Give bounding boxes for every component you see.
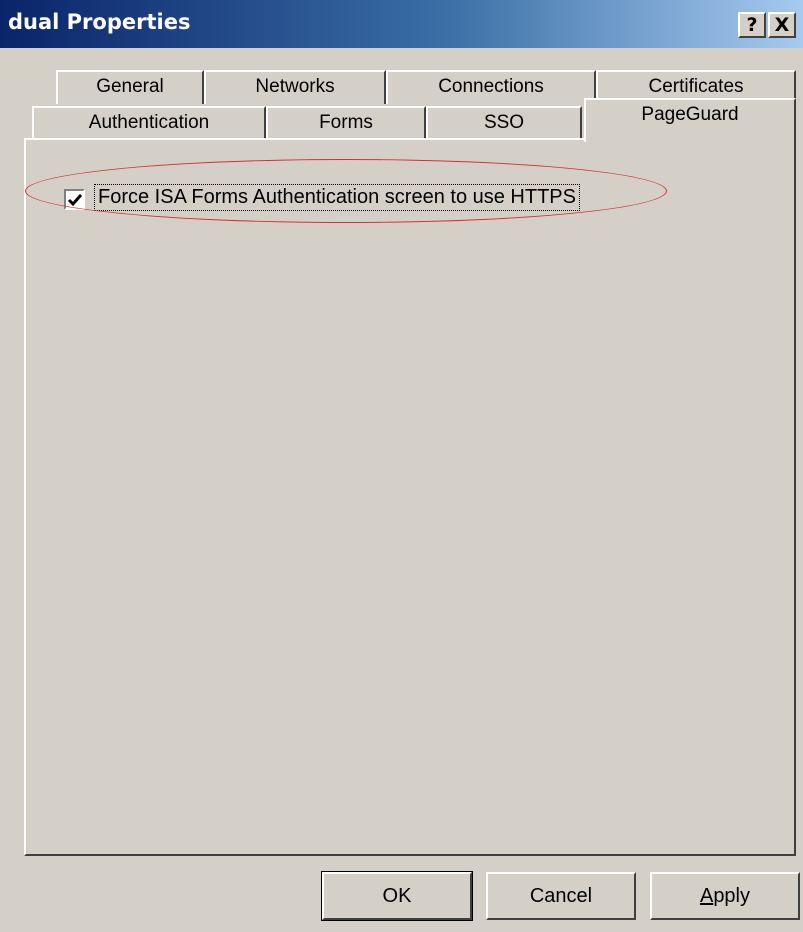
tab-networks[interactable]: Networks: [204, 70, 386, 104]
tab-label: SSO: [483, 112, 525, 133]
ok-button[interactable]: OK: [321, 871, 473, 921]
tab-sso[interactable]: SSO: [426, 106, 582, 140]
tab-connections[interactable]: Connections: [386, 70, 596, 104]
window-title: dual Properties: [8, 10, 191, 34]
tab-label: Forms: [319, 112, 373, 133]
cancel-button-label: Cancel: [529, 885, 593, 907]
properties-dialog: dual Properties ? X General Networks Con…: [0, 0, 803, 932]
tab-label: Certificates: [648, 76, 744, 97]
title-bar[interactable]: dual Properties ? X: [0, 0, 803, 48]
tab-pageguard[interactable]: PageGuard: [584, 98, 796, 142]
tab-label: Connections: [438, 76, 544, 97]
tab-label: PageGuard: [641, 104, 739, 125]
apply-accelerator: A: [699, 885, 714, 907]
cancel-button[interactable]: Cancel: [486, 872, 636, 920]
apply-button-label: pply: [713, 885, 751, 907]
close-icon: X: [774, 14, 790, 36]
tab-general[interactable]: General: [56, 70, 204, 104]
tab-label: General: [96, 76, 164, 97]
force-https-checkbox[interactable]: [64, 189, 85, 210]
tab-label: Networks: [255, 76, 335, 97]
tab-authentication[interactable]: Authentication: [32, 106, 266, 140]
help-button[interactable]: ?: [738, 12, 766, 38]
force-https-label[interactable]: Force ISA Forms Authentication screen to…: [94, 184, 580, 211]
checkmark-icon: [67, 194, 83, 207]
apply-button[interactable]: Apply: [650, 872, 800, 920]
tab-forms[interactable]: Forms: [266, 106, 426, 140]
tab-label: Authentication: [88, 112, 210, 133]
ok-button-label: OK: [382, 885, 412, 907]
close-button[interactable]: X: [768, 12, 796, 38]
pageguard-panel: Force ISA Forms Authentication screen to…: [24, 138, 796, 856]
help-icon: ?: [746, 14, 758, 36]
